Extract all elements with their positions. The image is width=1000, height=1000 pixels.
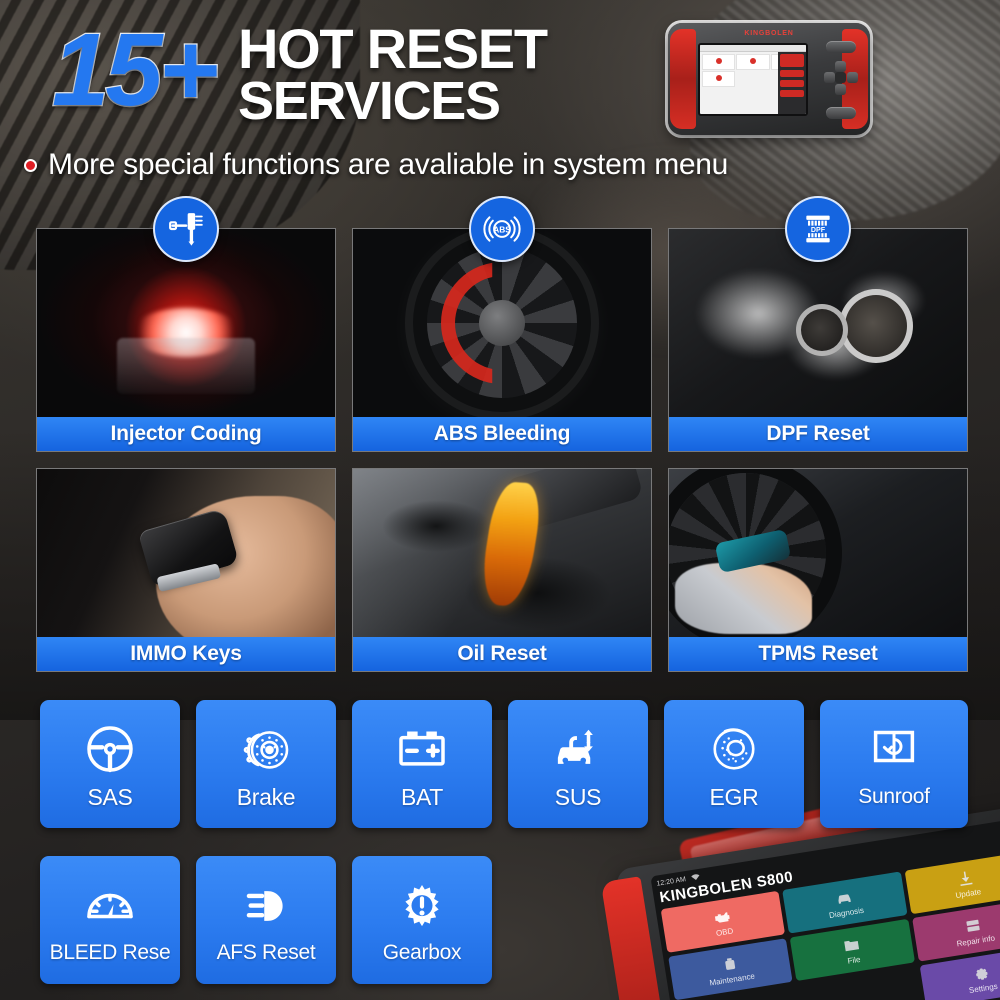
function-tile-grid: SAS Brake BAT SUS EGR Sunroof BLEED Rese…	[0, 0, 1000, 1000]
battery-icon	[394, 718, 450, 780]
tile-gearbox[interactable]: Gearbox	[352, 856, 492, 984]
gauge-icon	[82, 875, 138, 937]
tile-label: AFS Reset	[216, 941, 316, 964]
tile-label: SUS	[554, 783, 602, 810]
tile-egr[interactable]: EGR	[664, 700, 804, 828]
tile-label: Sunroof	[858, 785, 930, 808]
tile-label: Brake	[236, 783, 296, 810]
tile-bleed-reset[interactable]: BLEED Rese	[40, 856, 180, 984]
tile-sas[interactable]: SAS	[40, 700, 180, 828]
tile-label: BAT	[400, 783, 444, 810]
suspension-car-icon	[550, 718, 606, 780]
tile-bat[interactable]: BAT	[352, 700, 492, 828]
steering-wheel-icon	[82, 718, 138, 780]
tile-label: BLEED Rese	[49, 941, 171, 964]
tile-sus[interactable]: SUS	[508, 700, 648, 828]
tile-sunroof[interactable]: Sunroof	[820, 700, 968, 828]
gear-warning-icon	[394, 875, 450, 937]
tile-afs-reset[interactable]: AFS Reset	[196, 856, 336, 984]
tile-brake[interactable]: Brake	[196, 700, 336, 828]
tile-label: Gearbox	[382, 941, 462, 964]
brake-disc-icon	[238, 718, 294, 780]
headlight-icon	[238, 875, 294, 937]
egr-valve-icon	[706, 718, 762, 780]
sunroof-icon	[866, 719, 922, 781]
tile-label: SAS	[87, 783, 133, 810]
tile-label: EGR	[709, 783, 759, 810]
